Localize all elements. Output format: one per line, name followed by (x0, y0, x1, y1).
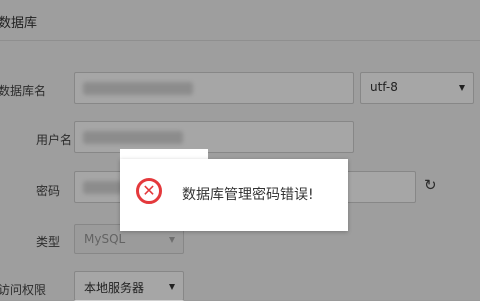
error-message: 数据库管理密码错误! (182, 187, 314, 203)
modal-overlay (0, 0, 480, 300)
toast-tab (120, 149, 208, 159)
error-toast: ✕ 数据库管理密码错误! (120, 159, 348, 231)
error-circle-icon: ✕ (136, 178, 162, 204)
